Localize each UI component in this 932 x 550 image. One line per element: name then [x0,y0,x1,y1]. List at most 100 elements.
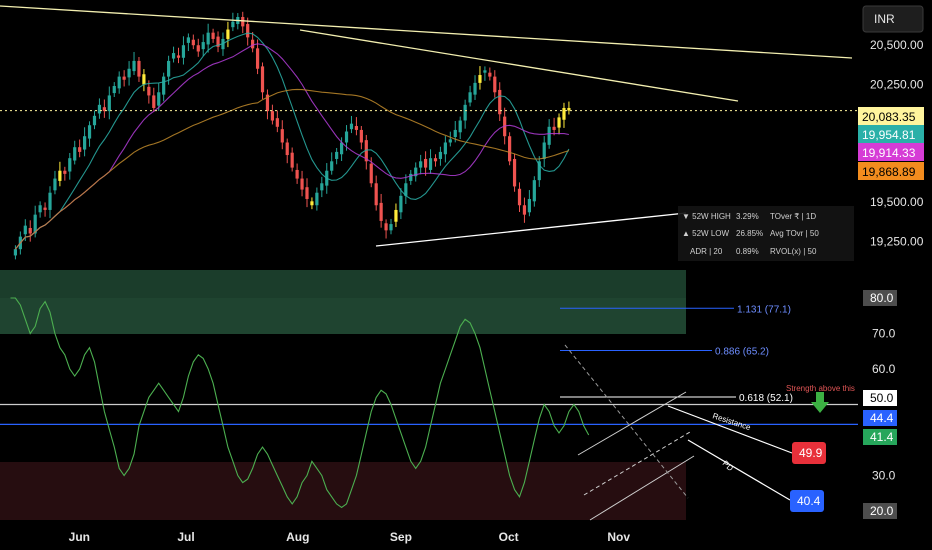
candle-body [310,201,314,206]
x-axis-label: Aug [286,530,309,544]
candle-body [13,249,18,256]
oscillator-tag-label: 20.0 [870,504,894,518]
x-axis-label: Nov [607,530,630,544]
stock-chart[interactable]: 1.131 (77.1) 0.886 (65.2) 0.618 (52.1) 20,… [0,0,932,550]
candle-body [394,209,398,222]
candle-body [167,60,171,77]
candle-body [478,75,482,83]
oscillator-tick-label: 70.0 [872,327,896,341]
candle-body [132,60,136,72]
candle-body [335,151,339,159]
currency-box[interactable]: INR [862,5,924,33]
stats-adr-label: ADR | 20 [690,247,723,256]
stats-table: ▼ 52W HIGH 3.29% TOver ₹ | 1D ▲ 52W LOW … [678,206,854,261]
candle-body [53,178,57,191]
candle-body [226,29,230,39]
candle-body [438,151,443,159]
oscillator-tick-label: 30.0 [872,469,896,483]
candle-body [122,76,126,80]
candle-body [562,107,566,120]
candle-body [428,158,433,170]
stats-52w-low-value: 26.85% [736,229,763,238]
currency-label: INR [874,12,895,26]
candle-body [557,117,561,128]
candle-body [508,136,512,162]
candle-body [473,82,477,95]
oversold-zone [0,462,686,520]
stats-avg-turnover-label: Avg TOvr | 50 [770,229,819,238]
candle-body [142,74,146,85]
candle-body [260,66,265,93]
candle-body [300,178,304,190]
stats-adr-value: 0.89% [736,247,759,256]
candle-body [320,183,324,191]
oscillator-tick-label: 60.0 [872,362,896,376]
candle-body [512,158,517,187]
x-axis-label: Oct [499,530,519,544]
fib-level-label: 1.131 (77.1) [737,304,791,315]
candle-body [275,118,279,127]
price-tag-label: 19,954.81 [862,128,916,142]
candle-body [206,32,210,45]
candle-body [43,207,47,210]
candle-body [107,95,111,112]
candle-body [251,39,255,49]
candle-body [92,115,97,126]
oscillator-tag-label: 41.4 [870,430,894,444]
target-red-label: 49.9 [799,446,823,460]
candle-body [379,202,383,221]
candle-body [493,76,497,93]
price-tick-label: 20,250.00 [870,77,924,91]
candle-body [147,86,151,96]
candle-body [162,76,166,95]
candle-body [305,187,309,199]
candle-body [354,126,359,130]
x-axis-label: Jun [69,530,90,544]
candle-body [359,129,363,143]
price-tick-label: 19,500.00 [870,195,924,209]
candle-body [58,170,62,181]
candle-body [241,16,245,27]
candle-body [63,170,67,174]
candle-body [295,169,299,179]
candle-body [433,158,438,162]
strength-annotation: Strength above this [786,384,855,393]
candle-body [211,32,215,39]
candle-body [532,180,536,202]
candle-body [468,92,472,103]
upper-zone [0,298,686,334]
candle-body [483,70,487,73]
candle-body [137,60,141,77]
candle-body [453,129,457,137]
candle-body [547,126,551,145]
fib-level-label: 0.618 (52.1) [739,393,793,404]
candle-body [315,192,319,206]
candle-body [117,76,121,89]
candle-body [409,173,413,181]
candle-body [83,136,87,150]
candle-body [191,39,195,46]
candle-body [181,45,186,58]
oscillator-tag-label: 44.4 [870,411,894,425]
candle-body [458,120,462,133]
candle-body [97,104,102,114]
candle-body [196,45,200,52]
candle-body [542,142,546,159]
candle-body [399,195,403,213]
candle-body [38,205,42,213]
candle-body [176,55,181,58]
candle-body [389,224,393,231]
candle-body [369,163,373,184]
price-tick-label: 19,250.00 [870,234,924,248]
candle-body [68,158,72,172]
stats-52w-high-label: ▼ 52W HIGH [682,212,731,221]
stats-rvol-label: RVOL(x) | 50 [770,247,817,256]
candle-body [246,24,250,38]
candle-body [171,53,176,59]
candle-body [280,129,284,143]
oscillator-tag-label: 80.0 [870,291,894,305]
candle-body [28,227,32,234]
stats-turnover-label: TOver ₹ | 1D [770,212,816,221]
candle-body [463,104,467,121]
candle-body [255,48,260,69]
